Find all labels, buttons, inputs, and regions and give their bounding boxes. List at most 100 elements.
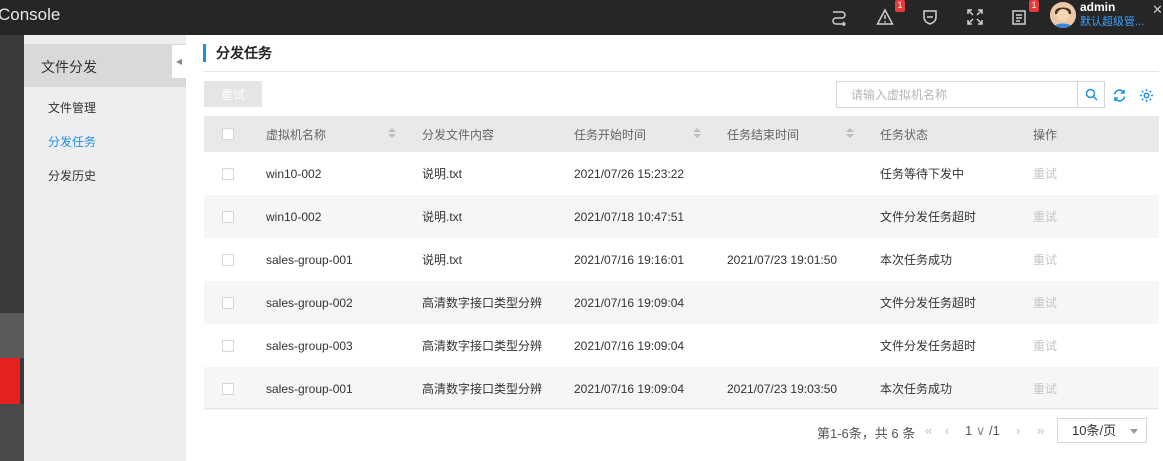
task-icon[interactable] bbox=[828, 6, 850, 28]
row-checkbox[interactable] bbox=[222, 296, 234, 309]
sidebar: 文件分发 ◀ 文件管理 分发任务 分发历史 bbox=[24, 35, 186, 461]
page-size-value: 10条/页 bbox=[1072, 423, 1117, 438]
sidebar-item-distribution-history[interactable]: 分发历史 bbox=[48, 167, 96, 184]
user-role: 默认超级管... bbox=[1080, 16, 1145, 28]
message-badge: 1 bbox=[1029, 0, 1039, 12]
column-header-end-time[interactable]: 任务结束时间 bbox=[727, 116, 799, 152]
alert-icon[interactable]: 1 bbox=[874, 0, 905, 28]
prev-page-icon[interactable]: ‹ bbox=[945, 423, 949, 438]
row-retry-link[interactable]: 重试 bbox=[1033, 238, 1057, 281]
page-title: 分发任务 bbox=[203, 44, 272, 62]
cell-status: 本次任务成功 bbox=[880, 253, 953, 267]
cell-file-content: 高清数字接口类型分辨 bbox=[422, 382, 543, 396]
search-input[interactable] bbox=[836, 81, 1078, 108]
cell-file-content: 高清数字接口类型分辨 bbox=[422, 339, 543, 353]
cell-start-time: 2021/07/16 19:09:04 bbox=[574, 381, 685, 396]
table-row: sales-group-001 高清数字接口类型分辨 2021/07/16 19… bbox=[204, 367, 1159, 410]
refresh-button[interactable] bbox=[1109, 85, 1129, 105]
shield-icon[interactable] bbox=[919, 6, 941, 28]
row-checkbox[interactable] bbox=[222, 339, 234, 352]
last-page-icon[interactable]: » bbox=[1037, 423, 1044, 438]
table-header: 虚拟机名称 分发文件内容 任务开始时间 任务结束时间 任务状态 操作 bbox=[204, 116, 1159, 152]
chevron-down-icon bbox=[1130, 429, 1138, 434]
search-icon bbox=[1085, 88, 1098, 101]
row-retry-link[interactable]: 重试 bbox=[1033, 195, 1057, 238]
column-header-status: 任务状态 bbox=[880, 127, 929, 142]
cell-vm-name: sales-group-001 bbox=[266, 252, 353, 267]
column-header-actions: 操作 bbox=[1033, 127, 1058, 142]
row-retry-link[interactable]: 重试 bbox=[1033, 367, 1057, 410]
table-row: win10-002 说明.txt 2021/07/26 15:23:22 任务等… bbox=[204, 152, 1159, 195]
alert-badge: 1 bbox=[895, 0, 905, 12]
cell-file-content: 高清数字接口类型分辨 bbox=[422, 296, 543, 310]
chevron-down-icon: ∨ bbox=[975, 423, 986, 438]
table-row: sales-group-002 高清数字接口类型分辨 2021/07/16 19… bbox=[204, 281, 1159, 324]
search-button[interactable] bbox=[1077, 81, 1105, 108]
cell-status: 文件分发任务超时 bbox=[880, 296, 977, 310]
collapse-sidebar-button[interactable]: ◀ bbox=[172, 45, 186, 78]
column-header-vm-name[interactable]: 虚拟机名称 bbox=[266, 116, 326, 152]
current-page: 1 bbox=[965, 423, 973, 438]
row-checkbox[interactable] bbox=[222, 210, 234, 223]
sidebar-title: 文件分发 bbox=[41, 59, 97, 75]
cell-status: 本次任务成功 bbox=[880, 382, 953, 396]
sidebar-header: 文件分发 bbox=[24, 44, 186, 87]
divider bbox=[204, 408, 1159, 409]
row-checkbox[interactable] bbox=[222, 382, 234, 395]
first-page-icon[interactable]: « bbox=[925, 423, 932, 438]
table-row: sales-group-001 说明.txt 2021/07/16 19:16:… bbox=[204, 238, 1159, 281]
nav-strip-item-active[interactable] bbox=[0, 358, 20, 404]
task-table: 虚拟机名称 分发文件内容 任务开始时间 任务结束时间 任务状态 操作 win10… bbox=[204, 116, 1159, 410]
page-size-select[interactable]: 10条/页 bbox=[1057, 418, 1147, 443]
refresh-icon bbox=[1113, 88, 1125, 102]
main-content: 分发任务 重试 虚拟机名称 分发文件内容 任务开始时间 任务结束时间 任务状态 … bbox=[186, 35, 1163, 461]
fullscreen-icon[interactable] bbox=[964, 6, 986, 28]
cell-end-time: 2021/07/23 19:01:50 bbox=[727, 252, 838, 267]
total-pages: /1 bbox=[989, 423, 1000, 438]
sidebar-item-file-management[interactable]: 文件管理 bbox=[48, 99, 96, 116]
column-header-start-time[interactable]: 任务开始时间 bbox=[574, 116, 646, 152]
pagination-summary: 第1-6条，共 6 条 bbox=[817, 426, 916, 441]
cell-status: 文件分发任务超时 bbox=[880, 210, 977, 224]
nav-strip-item[interactable] bbox=[0, 313, 24, 358]
row-retry-link[interactable]: 重试 bbox=[1033, 324, 1057, 367]
select-all-checkbox[interactable] bbox=[222, 128, 234, 140]
next-page-icon[interactable]: › bbox=[1016, 423, 1020, 438]
row-retry-link[interactable]: 重试 bbox=[1033, 281, 1057, 324]
cell-vm-name: win10-002 bbox=[266, 166, 322, 181]
nav-strip-item[interactable] bbox=[0, 404, 24, 461]
message-icon[interactable]: 1 bbox=[1008, 0, 1039, 28]
sort-icon[interactable] bbox=[846, 128, 854, 140]
row-checkbox[interactable] bbox=[222, 253, 234, 266]
close-icon[interactable]: ✕ bbox=[1152, 2, 1163, 18]
user-name[interactable]: admin bbox=[1080, 0, 1115, 14]
divider bbox=[203, 71, 1159, 72]
table-row: sales-group-003 高清数字接口类型分辨 2021/07/16 19… bbox=[204, 324, 1159, 367]
cell-vm-name: win10-002 bbox=[266, 209, 322, 224]
sidebar-item-distribution-tasks[interactable]: 分发任务 bbox=[48, 133, 96, 150]
avatar[interactable] bbox=[1050, 2, 1076, 28]
sort-icon[interactable] bbox=[388, 128, 396, 140]
cell-start-time: 2021/07/16 19:09:04 bbox=[574, 295, 685, 310]
table-row: win10-002 说明.txt 2021/07/18 10:47:51 文件分… bbox=[204, 195, 1159, 238]
cell-end-time: 2021/07/23 19:03:50 bbox=[727, 381, 838, 396]
cell-status: 任务等待下发中 bbox=[880, 167, 965, 181]
row-checkbox[interactable] bbox=[222, 167, 234, 180]
cell-file-content: 说明.txt bbox=[422, 253, 463, 267]
cell-status: 文件分发任务超时 bbox=[880, 339, 977, 353]
cell-vm-name: sales-group-002 bbox=[266, 295, 353, 310]
gear-icon bbox=[1139, 88, 1153, 102]
sort-icon[interactable] bbox=[693, 128, 701, 140]
row-retry-link[interactable]: 重试 bbox=[1033, 152, 1057, 195]
main-nav-strip bbox=[0, 35, 24, 461]
app-title: Console bbox=[0, 5, 61, 24]
cell-start-time: 2021/07/18 10:47:51 bbox=[574, 209, 685, 224]
cell-vm-name: sales-group-003 bbox=[266, 338, 353, 353]
column-header-file-content: 分发文件内容 bbox=[422, 127, 495, 142]
cell-vm-name: sales-group-001 bbox=[266, 381, 353, 396]
current-page-select[interactable]: 1 ∨ /1 bbox=[965, 423, 1000, 439]
cell-file-content: 说明.txt bbox=[422, 167, 463, 181]
settings-button[interactable] bbox=[1136, 85, 1156, 105]
retry-button[interactable]: 重试 bbox=[204, 81, 262, 107]
cell-start-time: 2021/07/26 15:23:22 bbox=[574, 166, 685, 181]
